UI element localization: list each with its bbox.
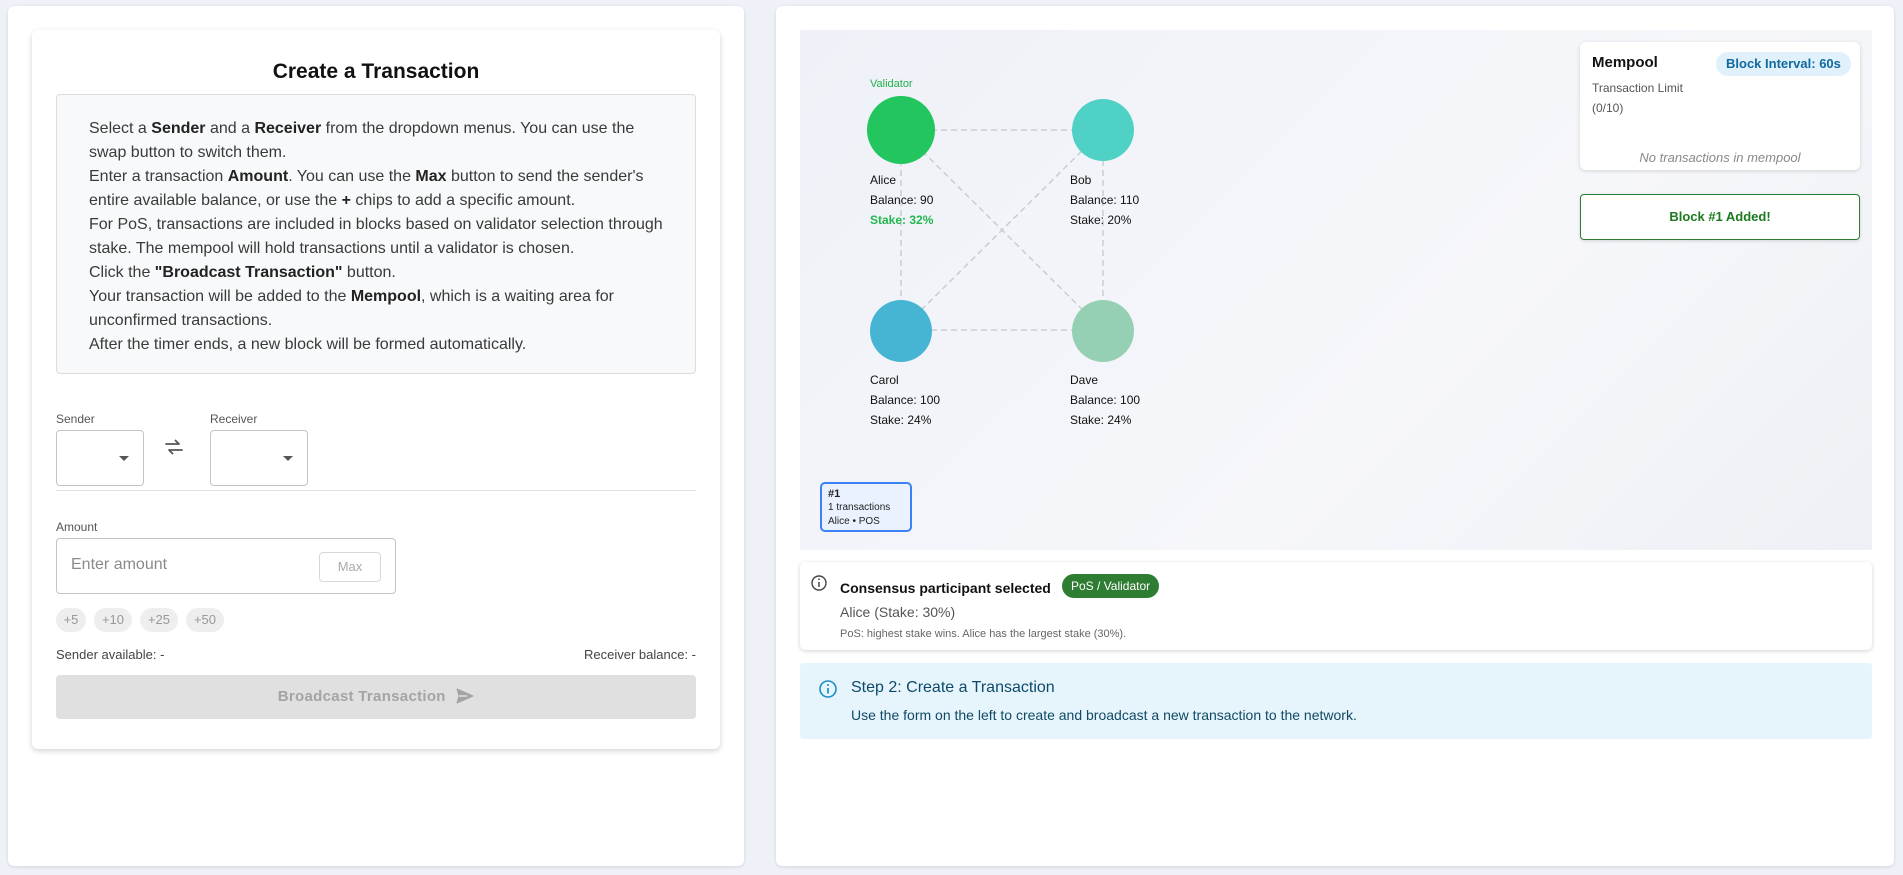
- instructions-box: Select a Sender and a Receiver from the …: [56, 94, 696, 374]
- step-title: Step 2: Create a Transaction: [851, 679, 1055, 696]
- block-card[interactable]: #1 1 transactions Alice • POS: [820, 482, 912, 532]
- instruction-text: For PoS, transactions are included in bl…: [89, 216, 663, 257]
- receiver-select[interactable]: [210, 430, 308, 486]
- receiver-balance: Receiver balance: -: [584, 647, 696, 662]
- network-canvas: Validator Alice Balance: 90 Stake: 32% B…: [800, 30, 1872, 550]
- node-balance: Balance: 100: [870, 393, 941, 407]
- instruction-emphasis: +: [341, 192, 351, 209]
- transaction-limit-label: Transaction Limit: [1592, 81, 1683, 95]
- instruction-line: Select a Sender and a Receiver from the …: [89, 117, 665, 165]
- mempool-title: Mempool: [1592, 54, 1658, 71]
- node-alice-info: Alice Balance: 90 Stake: 32%: [870, 170, 933, 230]
- sender-select[interactable]: [56, 430, 144, 486]
- node-dave-info: Dave Balance: 100 Stake: 24%: [1070, 370, 1140, 430]
- form-title: Create a Transaction: [272, 60, 480, 83]
- node-alice[interactable]: [867, 96, 935, 164]
- chip-plus-50[interactable]: +50: [186, 608, 224, 632]
- node-name: Dave: [1070, 373, 1099, 387]
- node-name: Alice: [870, 173, 897, 187]
- instruction-emphasis: Max: [415, 168, 447, 185]
- right-panel: Validator Alice Balance: 90 Stake: 32% B…: [776, 6, 1894, 866]
- instruction-text: . You can use the: [288, 168, 416, 185]
- instruction-emphasis: Receiver: [254, 120, 322, 137]
- validator-label: Validator: [870, 78, 913, 90]
- mempool-card: Mempool Block Interval: 60s Transaction …: [1580, 42, 1860, 170]
- instruction-line: After the timer ends, a new block will b…: [89, 333, 665, 357]
- amount-input[interactable]: [69, 555, 293, 575]
- transaction-limit-count: (0/10): [1592, 101, 1624, 115]
- instruction-text: Click the: [89, 264, 155, 281]
- node-stake: Stake: 32%: [870, 213, 934, 227]
- mempool-empty-message: No transactions in mempool: [1639, 150, 1801, 165]
- info-icon: [819, 680, 837, 698]
- node-bob[interactable]: [1072, 99, 1134, 161]
- broadcast-label: Broadcast Transaction: [277, 688, 446, 705]
- consensus-note: PoS: highest stake wins. Alice has the l…: [840, 628, 1127, 640]
- broadcast-transaction-button[interactable]: Broadcast Transaction: [56, 675, 696, 719]
- sender-available: Sender available: -: [56, 647, 165, 662]
- node-stake: Stake: 24%: [1070, 413, 1132, 427]
- instruction-line: For PoS, transactions are included in bl…: [89, 213, 665, 261]
- node-name: Carol: [870, 373, 899, 387]
- instruction-text: Enter a transaction: [89, 168, 228, 185]
- instruction-emphasis: "Broadcast Transaction": [154, 264, 343, 281]
- instruction-emphasis: Sender: [151, 120, 206, 137]
- chevron-down-icon: [119, 456, 129, 461]
- instruction-emphasis: Mempool: [350, 288, 422, 305]
- node-carol-info: Carol Balance: 100 Stake: 24%: [870, 370, 940, 430]
- chevron-down-icon: [283, 456, 293, 461]
- block-added-notice: Block #1 Added!: [1580, 194, 1860, 240]
- instruction-text: Your transaction will be added to the: [89, 288, 351, 305]
- chip-plus-5[interactable]: +5: [56, 608, 86, 632]
- node-stake: Stake: 20%: [1070, 213, 1132, 227]
- pos-validator-badge: PoS / Validator: [1062, 574, 1160, 598]
- node-balance: Balance: 90: [870, 193, 934, 207]
- left-panel: Create a Transaction Select a Sender and…: [8, 6, 744, 866]
- transaction-limit: Transaction Limit (0/10): [1592, 78, 1683, 118]
- instruction-line: Click the "Broadcast Transaction" button…: [89, 261, 665, 285]
- block-number: #1: [828, 488, 841, 500]
- instruction-text: Select a: [89, 120, 152, 137]
- instruction-emphasis: Amount: [227, 168, 289, 185]
- instruction-line: Enter a transaction Amount. You can use …: [89, 165, 665, 213]
- instruction-line: Your transaction will be added to the Me…: [89, 285, 665, 333]
- amount-label: Amount: [56, 520, 98, 534]
- block-tx-count: 1 transactions: [828, 502, 891, 513]
- instruction-text: and a: [205, 120, 255, 137]
- node-stake: Stake: 24%: [870, 413, 932, 427]
- send-icon: [456, 688, 474, 704]
- divider: [56, 490, 696, 491]
- amount-field: Max: [56, 538, 396, 594]
- info-icon: [811, 575, 827, 591]
- swap-icon: [165, 439, 183, 455]
- swap-button[interactable]: [162, 435, 186, 459]
- instruction-text: chips to add a specific amount.: [350, 192, 576, 209]
- create-transaction-card: Create a Transaction Select a Sender and…: [32, 30, 720, 749]
- chip-plus-10[interactable]: +10: [94, 608, 132, 632]
- node-bob-info: Bob Balance: 110 Stake: 20%: [1070, 170, 1139, 230]
- node-dave[interactable]: [1072, 300, 1134, 362]
- chip-plus-25[interactable]: +25: [140, 608, 178, 632]
- receiver-label: Receiver: [210, 412, 258, 426]
- max-button[interactable]: Max: [319, 552, 381, 582]
- instruction-text: After the timer ends, a new block will b…: [89, 336, 527, 353]
- node-balance: Balance: 100: [1070, 393, 1141, 407]
- consensus-title: Consensus participant selected: [840, 580, 1051, 596]
- block-interval-badge: Block Interval: 60s: [1716, 52, 1851, 76]
- step-body: Use the form on the left to create and b…: [851, 707, 1357, 723]
- consensus-card: Consensus participant selected PoS / Val…: [800, 562, 1872, 650]
- sender-label: Sender: [56, 412, 95, 426]
- instruction-text: button.: [342, 264, 396, 281]
- node-carol[interactable]: [870, 300, 932, 362]
- node-balance: Balance: 110: [1070, 193, 1140, 207]
- selected-participant: Alice (Stake: 30%): [840, 604, 956, 620]
- node-name: Bob: [1070, 173, 1092, 187]
- block-meta: Alice • POS: [828, 516, 880, 527]
- step-alert: Step 2: Create a Transaction Use the for…: [800, 663, 1872, 739]
